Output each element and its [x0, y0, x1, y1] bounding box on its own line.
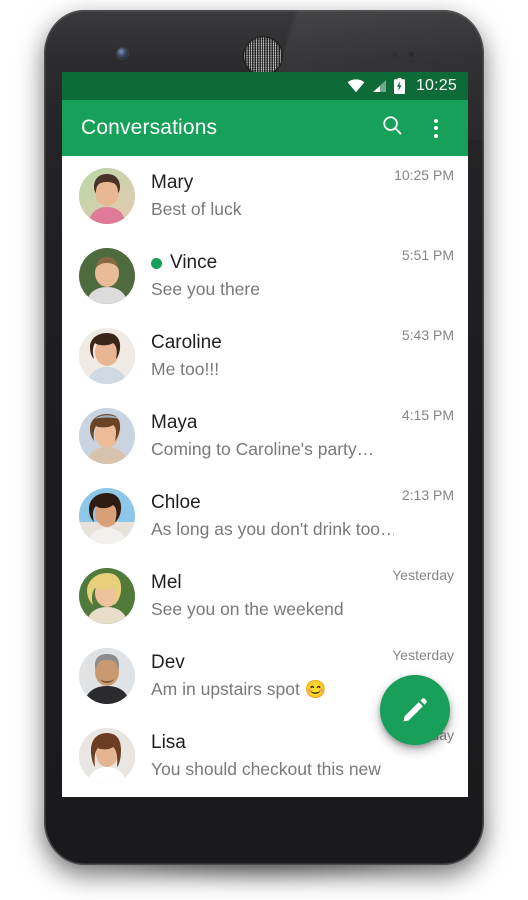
conversation-row[interactable]: Mel See you on the weekend Yesterday: [62, 556, 468, 636]
contact-name: Caroline: [151, 332, 222, 353]
message-preview: Me too!!!: [151, 359, 220, 379]
phone-screen: 10:25 Conversations Mary Best of luck 10…: [62, 72, 468, 797]
battery-charging-icon: [393, 78, 405, 94]
contact-name: Mel: [151, 572, 182, 593]
conversation-row[interactable]: Caroline Me too!!! 5:43 PM: [62, 316, 468, 396]
contact-name: Maya: [151, 412, 198, 433]
conversation-row[interactable]: Maya Coming to Caroline's party… 4:15 PM: [62, 396, 468, 476]
search-button[interactable]: [370, 106, 414, 150]
front-camera-icon: [117, 48, 128, 59]
conversation-body: Maya Coming to Caroline's party…: [135, 411, 402, 461]
avatar: [79, 728, 135, 784]
contact-name: Chloe: [151, 492, 201, 513]
contact-name: Vince: [170, 252, 218, 273]
overflow-menu-button[interactable]: [414, 106, 458, 150]
avatar: [79, 168, 135, 224]
avatar: [79, 328, 135, 384]
avatar: [79, 568, 135, 624]
message-preview: Coming to Caroline's party…: [151, 439, 375, 459]
phone-device: 10:25 Conversations Mary Best of luck 10…: [44, 10, 484, 865]
conversation-body: Mary Best of luck: [135, 171, 394, 221]
screenshot-stage: 10:25 Conversations Mary Best of luck 10…: [0, 0, 528, 900]
conversation-row[interactable]: Chloe As long as you don't drink too… 2:…: [62, 476, 468, 556]
conversation-top: Dev: [151, 651, 384, 675]
contact-name: Dev: [151, 652, 185, 673]
search-icon: [381, 114, 404, 142]
contact-name: Mary: [151, 172, 194, 193]
conversation-top: Mary: [151, 171, 386, 195]
proximity-sensor-icon: [392, 52, 398, 58]
avatar: [79, 488, 135, 544]
message-preview: As long as you don't drink too…: [151, 519, 394, 539]
conversation-row[interactable]: Vince See you there 5:51 PM: [62, 236, 468, 316]
message-timestamp: 5:51 PM: [401, 247, 454, 263]
conversation-body: Vince See you there: [135, 251, 402, 301]
message-timestamp: 4:15 PM: [401, 407, 454, 423]
message-timestamp: Yesterday: [392, 647, 454, 663]
message-preview: See you there: [151, 279, 260, 299]
earpiece-speaker-icon: [244, 37, 282, 75]
conversation-list[interactable]: Mary Best of luck 10:25 PM Vince See you…: [62, 156, 468, 797]
conversation-body: Mel See you on the weekend: [135, 571, 392, 621]
conversation-body: Lisa You should checkout this new club: [135, 731, 392, 781]
message-preview: Best of luck: [151, 199, 242, 219]
conversation-body: Dev Am in upstairs spot 😊: [135, 651, 392, 701]
message-preview: See you on the weekend: [151, 599, 344, 619]
message-timestamp: Yesterday: [392, 567, 454, 583]
message-timestamp: 2:13 PM: [401, 487, 454, 503]
conversation-top: Vince: [151, 251, 394, 275]
avatar: [79, 408, 135, 464]
status-bar-clock: 10:25: [415, 77, 457, 94]
online-status-icon: [151, 257, 162, 269]
status-bar-icons: 10:25: [347, 77, 457, 95]
page-title: Conversations: [81, 116, 218, 139]
app-bar: Conversations: [62, 100, 468, 156]
conversation-top: Maya: [151, 411, 394, 435]
compose-fab-button[interactable]: [380, 675, 450, 745]
message-timestamp: 5:43 PM: [401, 327, 454, 343]
contact-name: Lisa: [151, 732, 186, 753]
message-preview: Am in upstairs spot 😊: [151, 679, 327, 699]
wifi-icon: [347, 79, 365, 93]
conversation-top: Chloe: [151, 491, 394, 515]
conversation-top: Mel: [151, 571, 384, 595]
avatar: [79, 648, 135, 704]
message-timestamp: 10:25 PM: [394, 167, 454, 183]
cell-signal-icon: [372, 79, 387, 93]
avatar: [79, 248, 135, 304]
status-bar: 10:25: [62, 72, 468, 100]
conversation-top: Lisa: [151, 731, 384, 755]
conversation-top: Caroline: [151, 331, 394, 355]
conversation-body: Chloe As long as you don't drink too…: [135, 491, 402, 541]
overflow-menu-icon: [434, 118, 438, 138]
message-preview: You should checkout this new club: [151, 759, 384, 779]
ambient-light-sensor-icon: [409, 52, 414, 57]
compose-pencil-icon: [400, 695, 430, 725]
conversation-body: Caroline Me too!!!: [135, 331, 402, 381]
conversation-row[interactable]: Mary Best of luck 10:25 PM: [62, 156, 468, 236]
